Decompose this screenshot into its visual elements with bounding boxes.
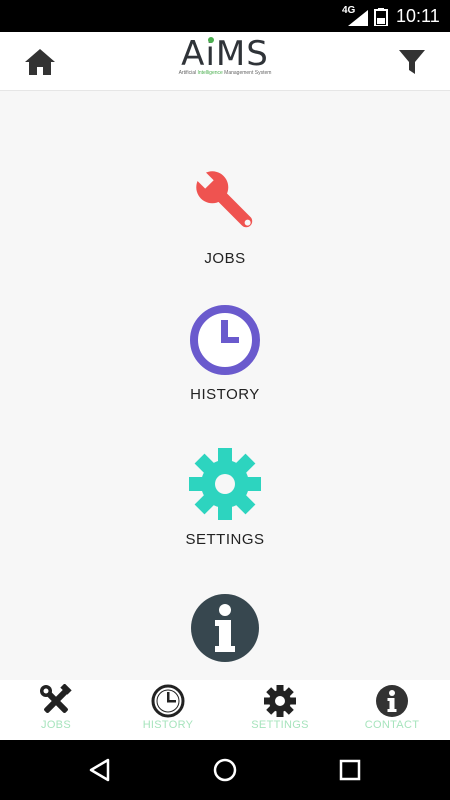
home-button[interactable] xyxy=(24,48,56,76)
logo-wordmark: AiMS xyxy=(170,36,280,72)
gear-icon xyxy=(189,448,261,520)
filter-button[interactable] xyxy=(398,48,426,76)
logo-tagline: Artificial Intelligence Management Syste… xyxy=(170,70,280,76)
menu-item-jobs[interactable]: JOBS xyxy=(125,160,325,267)
filter-icon xyxy=(399,50,425,74)
nav-label-jobs: JOBS xyxy=(41,719,71,731)
menu-item-history[interactable]: HISTORY xyxy=(125,304,325,403)
back-icon[interactable] xyxy=(88,758,112,782)
clock-icon xyxy=(151,684,185,718)
nav-label-history: HISTORY xyxy=(142,719,194,731)
logo-tagline-part3: Management System xyxy=(222,70,272,76)
menu-label-jobs: JOBS xyxy=(204,250,246,267)
status-bar: 4G 10:11 xyxy=(0,0,450,32)
logo-dot xyxy=(207,37,214,43)
nav-tab-contact[interactable]: CONTACT xyxy=(336,680,448,740)
logo-tagline-part1: Artificial xyxy=(178,70,198,76)
nav-tab-jobs[interactable]: JOBS xyxy=(0,680,112,740)
logo-letters-ms: MS xyxy=(215,34,269,74)
info-icon xyxy=(376,685,408,717)
battery-icon xyxy=(374,8,388,26)
nav-tab-history[interactable]: HISTORY xyxy=(112,680,224,740)
home-circle-icon[interactable] xyxy=(213,758,237,782)
app-logo: AiMS Artificial Intelligence Management … xyxy=(170,36,280,86)
menu-item-contact[interactable] xyxy=(125,592,325,664)
info-icon xyxy=(191,594,259,662)
logo-letter-a: A xyxy=(181,34,206,74)
bottom-navigation: JOBS HISTORY SETTINGS CONTACT xyxy=(0,680,450,740)
gear-icon xyxy=(264,685,296,717)
nav-label-settings: SETTINGS xyxy=(251,719,309,731)
menu-label-settings: SETTINGS xyxy=(185,531,265,548)
nav-label-contact: CONTACT xyxy=(364,719,420,731)
menu-item-settings[interactable]: SETTINGS xyxy=(125,447,325,548)
recents-icon[interactable] xyxy=(338,758,362,782)
clock-icon xyxy=(190,305,260,375)
home-icon xyxy=(25,49,55,75)
system-navigation-bar xyxy=(0,740,450,800)
signal-icon xyxy=(348,10,368,26)
menu-label-history: HISTORY xyxy=(190,386,260,403)
nav-tab-settings[interactable]: SETTINGS xyxy=(224,680,336,740)
app-bar: AiMS Artificial Intelligence Management … xyxy=(0,32,450,91)
tools-icon xyxy=(40,684,72,713)
wrench-icon xyxy=(192,167,253,228)
clock-time: 10:11 xyxy=(396,6,440,26)
